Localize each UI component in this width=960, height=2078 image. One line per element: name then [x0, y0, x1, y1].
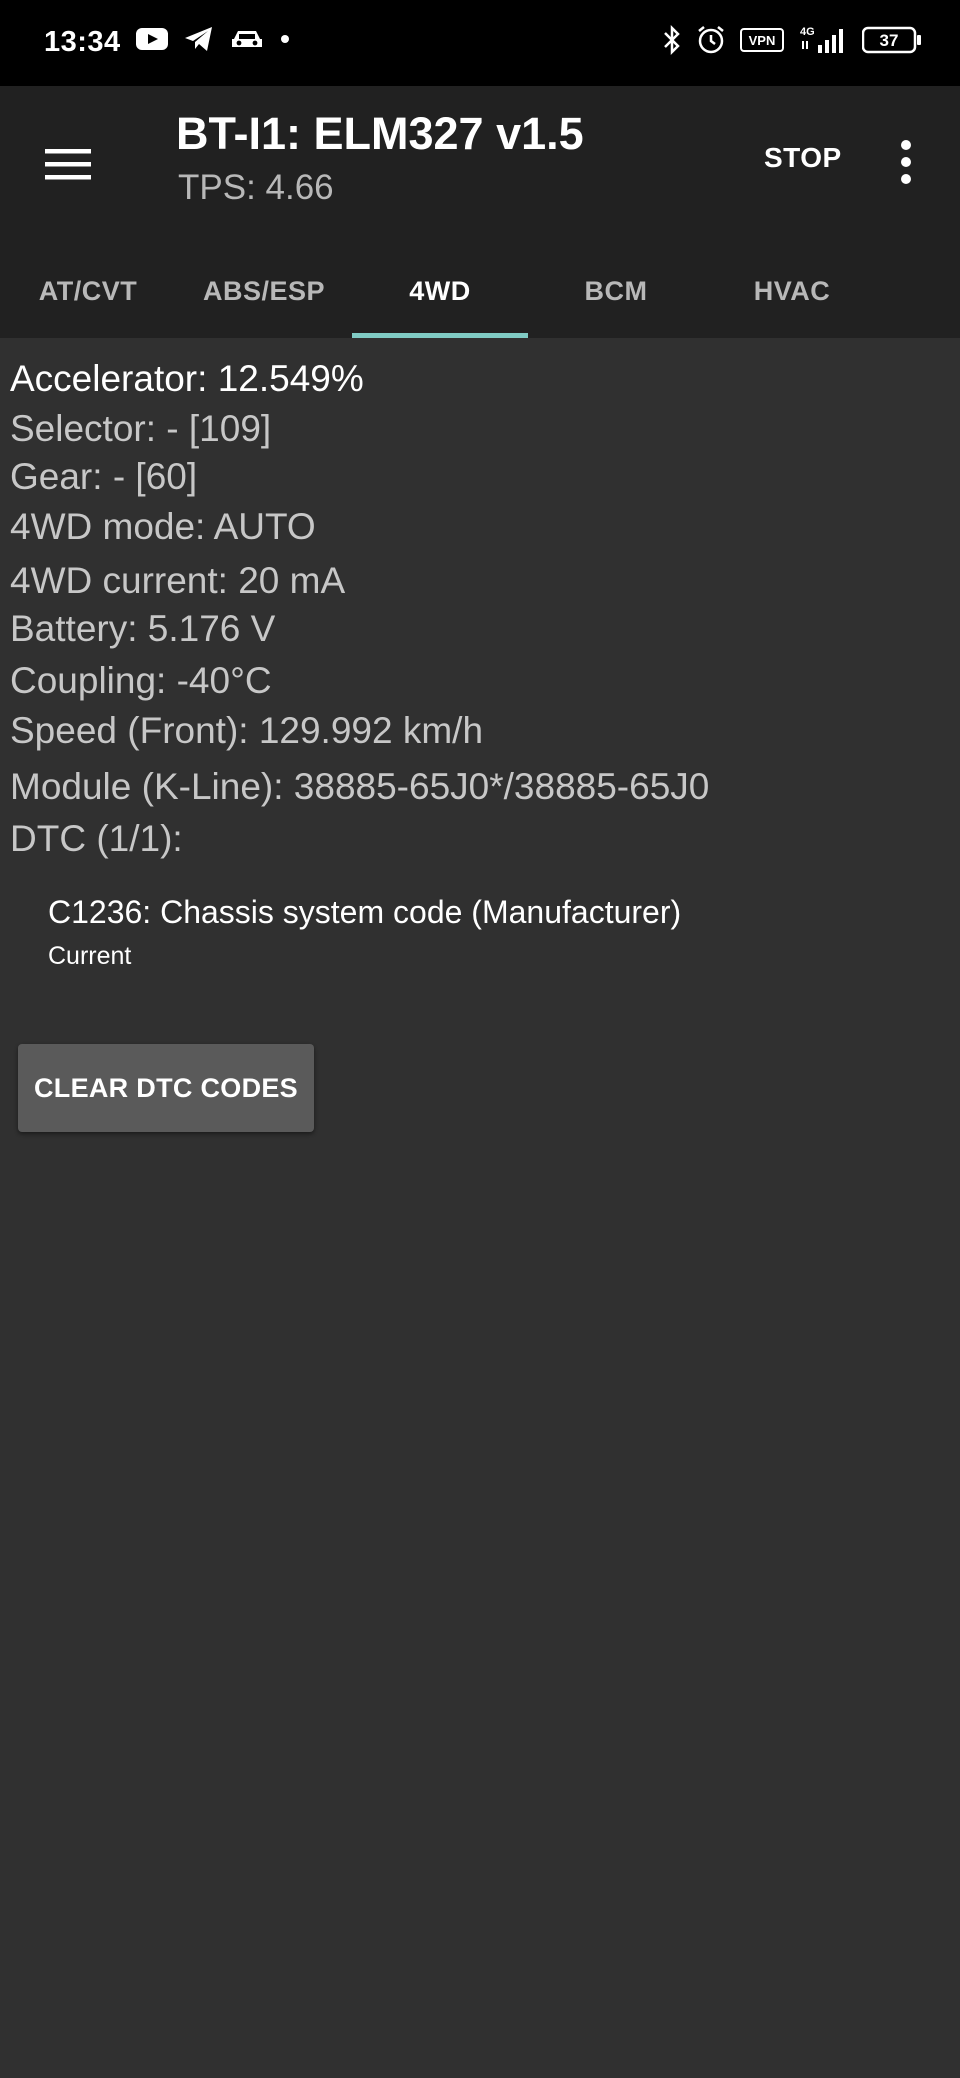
bluetooth-icon	[662, 24, 682, 56]
vpn-label: VPN	[749, 33, 776, 48]
dtc-status: Current	[48, 942, 132, 970]
param-speed-front: Speed (Front): 129.992 km/h	[10, 710, 484, 751]
dtc-code: C1236: Chassis system code (Manufacturer…	[48, 894, 682, 930]
content-area: Accelerator: 12.549% Selector: - [109] G…	[0, 338, 960, 2078]
status-right-icons: VPN 4G 37	[662, 24, 922, 56]
stop-button[interactable]: STOP	[754, 136, 852, 180]
vpn-icon: VPN	[740, 28, 784, 52]
telegram-icon	[184, 26, 214, 52]
status-time: 13:34	[44, 26, 121, 58]
tab-at-cvt[interactable]: AT/CVT	[0, 262, 176, 338]
param-coupling: Coupling: -40°C	[10, 660, 272, 701]
status-left-icons	[136, 26, 290, 52]
signal-4g-icon: 4G	[798, 25, 848, 55]
page-title: BT-I1: ELM327 v1.5	[176, 108, 584, 159]
clear-dtc-button[interactable]: CLEAR DTC CODES	[18, 1044, 314, 1132]
alarm-icon	[696, 25, 726, 55]
app-bar: BT-I1: ELM327 v1.5 TPS: 4.66 STOP AT/CVT…	[0, 86, 960, 338]
tab-bar: AT/CVT ABS/ESP 4WD BCM HVAC	[0, 262, 960, 338]
network-label: 4G	[800, 26, 815, 38]
param-module: Module (K-Line): 38885-65J0*/38885-65J0	[10, 766, 710, 807]
youtube-icon	[136, 27, 168, 51]
hamburger-menu-icon[interactable]	[36, 136, 100, 192]
param-dtc-header: DTC (1/1):	[10, 818, 183, 859]
param-4wd-mode: 4WD mode: AUTO	[10, 506, 316, 547]
param-selector: Selector: - [109]	[10, 408, 272, 449]
page-subtitle: TPS: 4.66	[178, 168, 334, 207]
battery-icon: 37	[862, 26, 922, 54]
param-4wd-current: 4WD current: 20 mA	[10, 560, 346, 601]
param-gear: Gear: - [60]	[10, 456, 198, 497]
tab-bcm[interactable]: BCM	[528, 262, 704, 338]
tab-4wd[interactable]: 4WD	[352, 262, 528, 338]
status-bar: 13:34 VPN 4G 37	[0, 0, 960, 86]
battery-level: 37	[880, 31, 899, 50]
more-vert-icon[interactable]	[880, 130, 932, 194]
param-battery: Battery: 5.176 V	[10, 608, 276, 649]
param-accelerator: Accelerator: 12.549%	[10, 358, 364, 399]
tab-abs-esp[interactable]: ABS/ESP	[176, 262, 352, 338]
tab-hvac[interactable]: HVAC	[704, 262, 880, 338]
dot-icon	[280, 34, 290, 44]
car-icon	[230, 27, 264, 51]
